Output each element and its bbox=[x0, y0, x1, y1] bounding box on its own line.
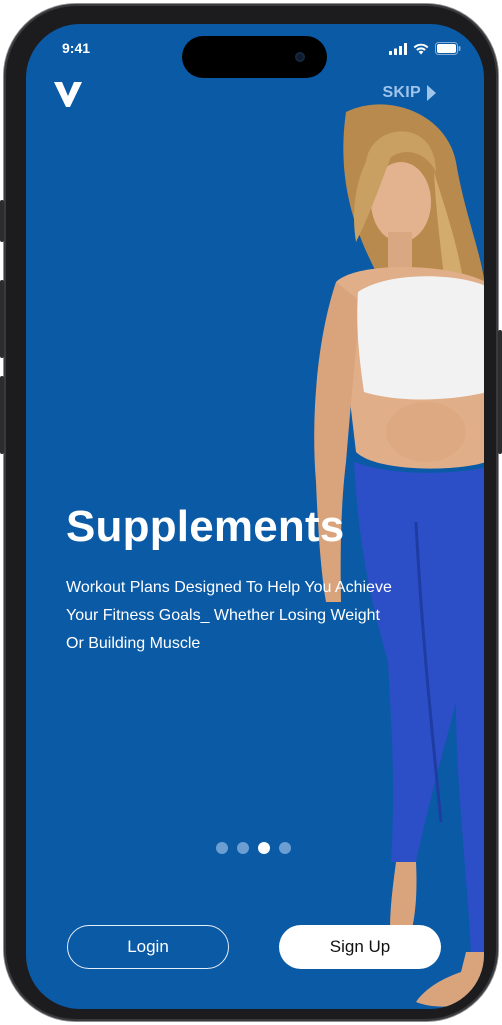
dynamic-island bbox=[182, 36, 327, 78]
status-time: 9:41 bbox=[62, 40, 91, 56]
phone-frame: 9:41 SKIP Supplements Workout Plans Desi… bbox=[0, 4, 502, 1021]
page-dot-4[interactable] bbox=[279, 842, 291, 854]
power-button bbox=[498, 330, 502, 454]
login-label: Login bbox=[127, 937, 169, 956]
signal-icon bbox=[389, 42, 407, 55]
volume-down-button bbox=[0, 376, 4, 454]
fitness-model-image bbox=[314, 104, 484, 1007]
page-dot-3-active[interactable] bbox=[258, 842, 270, 854]
camera-icon bbox=[295, 52, 305, 62]
page-dot-1[interactable] bbox=[216, 842, 228, 854]
page-dot-2[interactable] bbox=[237, 842, 249, 854]
description-line: Or Building Muscle bbox=[66, 635, 201, 652]
status-icons bbox=[389, 42, 462, 55]
battery-icon bbox=[435, 42, 461, 55]
brand-logo-icon bbox=[54, 80, 82, 113]
skip-label: SKIP bbox=[382, 84, 421, 101]
onboarding-screen: 9:41 SKIP Supplements Workout Plans Desi… bbox=[26, 24, 484, 1009]
description-line: Your Fitness Goals_ Whether Losing Weigh… bbox=[66, 607, 380, 624]
onboarding-title: Supplements bbox=[66, 502, 345, 551]
description-line: Workout Plans Designed To Help You Achie… bbox=[66, 579, 392, 596]
silent-switch bbox=[0, 200, 4, 242]
signup-label: Sign Up bbox=[329, 937, 391, 956]
onboarding-description: Workout Plans Designed To Help You Achie… bbox=[66, 574, 456, 658]
login-button[interactable]: Login bbox=[67, 925, 229, 969]
wifi-icon bbox=[413, 43, 429, 54]
page-indicator bbox=[216, 842, 291, 854]
volume-up-button bbox=[0, 280, 4, 358]
signup-button[interactable]: Sign Up bbox=[279, 925, 441, 969]
skip-arrow-icon bbox=[427, 85, 436, 101]
skip-button[interactable]: SKIP bbox=[382, 84, 436, 102]
